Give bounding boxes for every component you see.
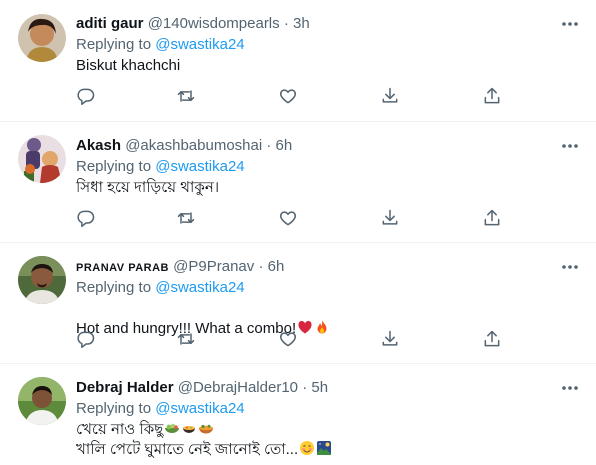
separator-dot: · bbox=[258, 258, 264, 275]
more-options-icon[interactable] bbox=[560, 259, 580, 275]
share-icon[interactable] bbox=[482, 86, 504, 108]
reply-tweet[interactable]: Debraj Halder @DebrajHalder10 · 5h Reply… bbox=[0, 364, 596, 465]
like-icon[interactable] bbox=[278, 329, 300, 351]
display-name[interactable]: aditi gaur bbox=[76, 15, 144, 32]
mention-link[interactable]: @swastika24 bbox=[155, 36, 244, 53]
replying-prefix: Replying to bbox=[76, 400, 152, 417]
bookmark-icon[interactable] bbox=[380, 86, 402, 108]
reply-tweet[interactable]: Akash @akashbabumoshai · 6h Replying to … bbox=[0, 122, 596, 243]
timestamp[interactable]: 3h bbox=[293, 15, 310, 32]
tweet-text-line-1: খেয়ে নাও কিছু bbox=[76, 420, 332, 440]
night-scenery-emoji-icon bbox=[316, 440, 332, 456]
reply-tweet[interactable]: aditi gaur @140wisdompearls · 3h Replyin… bbox=[0, 0, 596, 122]
user-handle[interactable]: @P9Pranav bbox=[173, 258, 254, 275]
replying-to: Replying to @swastika24 bbox=[76, 399, 245, 419]
avatar[interactable] bbox=[18, 256, 66, 304]
timestamp[interactable]: 6h bbox=[276, 137, 293, 154]
user-handle[interactable]: @140wisdompearls bbox=[148, 15, 280, 32]
mention-link[interactable]: @swastika24 bbox=[155, 279, 244, 296]
tweet-text: সিধা হয়ে দাড়িয়ে থাকুন। bbox=[76, 179, 220, 196]
pot-of-food-emoji-icon bbox=[181, 420, 197, 436]
bookmark-icon[interactable] bbox=[380, 208, 402, 230]
like-icon[interactable] bbox=[278, 208, 300, 230]
retweet-icon[interactable] bbox=[176, 208, 198, 230]
more-options-icon[interactable] bbox=[560, 138, 580, 154]
timestamp[interactable]: 6h bbox=[268, 258, 285, 275]
user-handle[interactable]: @akashbabumoshai bbox=[125, 137, 262, 154]
action-bar bbox=[76, 86, 506, 108]
share-icon[interactable] bbox=[482, 208, 504, 230]
tweet-header: PRANAV PARAB @P9Pranav · 6h bbox=[76, 257, 284, 278]
more-options-icon[interactable] bbox=[560, 16, 580, 32]
reply-tweet[interactable]: PRANAV PARAB @P9Pranav · 6h Replying to … bbox=[0, 243, 596, 364]
separator-dot: · bbox=[302, 379, 308, 396]
replying-to: Replying to @swastika24 bbox=[76, 278, 245, 298]
reply-icon[interactable] bbox=[76, 208, 98, 230]
like-icon[interactable] bbox=[278, 86, 300, 108]
separator-dot: · bbox=[283, 15, 289, 32]
action-bar bbox=[76, 208, 506, 230]
tweet-text-content: খালি পেটে ঘুমাতে নেই জানোই তো... bbox=[76, 441, 299, 458]
share-icon[interactable] bbox=[482, 329, 504, 351]
replying-to: Replying to @swastika24 bbox=[76, 35, 245, 55]
replying-prefix: Replying to bbox=[76, 279, 152, 296]
separator-dot: · bbox=[266, 137, 272, 154]
green-salad-emoji-icon bbox=[164, 420, 180, 436]
user-handle[interactable]: @DebrajHalder10 bbox=[178, 379, 298, 396]
mention-link[interactable]: @swastika24 bbox=[155, 158, 244, 175]
avatar[interactable] bbox=[18, 14, 66, 62]
tweet-text-content: খেয়ে নাও কিছু bbox=[76, 421, 164, 438]
display-name[interactable]: PRANAV PARAB bbox=[76, 262, 169, 274]
more-options-icon[interactable] bbox=[560, 380, 580, 396]
replying-prefix: Replying to bbox=[76, 158, 152, 175]
retweet-icon[interactable] bbox=[176, 86, 198, 108]
retweet-icon[interactable] bbox=[176, 329, 198, 351]
display-name[interactable]: Debraj Halder bbox=[76, 379, 174, 396]
tweet-header: Debraj Halder @DebrajHalder10 · 5h bbox=[76, 378, 328, 398]
avatar[interactable] bbox=[18, 135, 66, 183]
replying-prefix: Replying to bbox=[76, 36, 152, 53]
reply-icon[interactable] bbox=[76, 86, 98, 108]
smiling-face-emoji-icon bbox=[299, 440, 315, 456]
replying-to: Replying to @swastika24 bbox=[76, 157, 245, 177]
bookmark-icon[interactable] bbox=[380, 329, 402, 351]
timestamp[interactable]: 5h bbox=[311, 379, 328, 396]
tweet-header: aditi gaur @140wisdompearls · 3h bbox=[76, 14, 310, 34]
curry-bowl-emoji-icon bbox=[198, 420, 214, 436]
tweet-text-line-2: খালি পেটে ঘুমাতে নেই জানোই তো... bbox=[76, 440, 332, 460]
tweet-text: খেয়ে নাও কিছু খালি পেটে ঘুমাতে নেই জানো… bbox=[76, 420, 332, 460]
display-name[interactable]: Akash bbox=[76, 137, 121, 154]
mention-link[interactable]: @swastika24 bbox=[155, 400, 244, 417]
tweet-text: Biskut khachchi bbox=[76, 57, 181, 74]
reply-icon[interactable] bbox=[76, 329, 98, 351]
avatar[interactable] bbox=[18, 377, 66, 425]
tweet-header: Akash @akashbabumoshai · 6h bbox=[76, 136, 292, 156]
action-bar bbox=[76, 329, 506, 351]
